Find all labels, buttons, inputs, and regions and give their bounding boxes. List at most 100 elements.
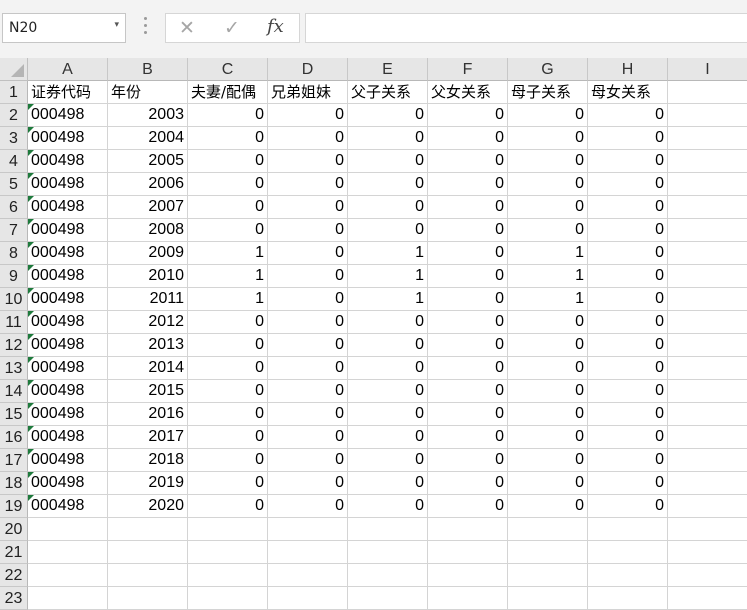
column-header-d[interactable]: D (268, 58, 348, 81)
column-header-h[interactable]: H (588, 58, 668, 81)
cell-a13[interactable]: 000498 (28, 357, 108, 380)
cell-e4[interactable]: 0 (348, 150, 428, 173)
cell-a3[interactable]: 000498 (28, 127, 108, 150)
cell-i1[interactable] (668, 81, 747, 104)
cell-b7[interactable]: 2008 (108, 219, 188, 242)
cell-a21[interactable] (28, 541, 108, 564)
cell-f16[interactable]: 0 (428, 426, 508, 449)
cell-f14[interactable]: 0 (428, 380, 508, 403)
cell-d12[interactable]: 0 (268, 334, 348, 357)
cell-g18[interactable]: 0 (508, 472, 588, 495)
cell-e7[interactable]: 0 (348, 219, 428, 242)
cell-e12[interactable]: 0 (348, 334, 428, 357)
cell-a22[interactable] (28, 564, 108, 587)
cell-d13[interactable]: 0 (268, 357, 348, 380)
cell-h16[interactable]: 0 (588, 426, 668, 449)
cell-d20[interactable] (268, 518, 348, 541)
cell-e9[interactable]: 1 (348, 265, 428, 288)
cell-b19[interactable]: 2020 (108, 495, 188, 518)
cell-d1[interactable]: 兄弟姐妹 (268, 81, 348, 104)
cell-e5[interactable]: 0 (348, 173, 428, 196)
row-header-4[interactable]: 4 (0, 150, 28, 173)
cell-e22[interactable] (348, 564, 428, 587)
cell-i20[interactable] (668, 518, 747, 541)
cell-e6[interactable]: 0 (348, 196, 428, 219)
cell-a15[interactable]: 000498 (28, 403, 108, 426)
cell-i19[interactable] (668, 495, 747, 518)
cell-d19[interactable]: 0 (268, 495, 348, 518)
formula-input[interactable] (305, 13, 747, 43)
insert-function-icon[interactable]: fx (267, 16, 284, 37)
cell-h7[interactable]: 0 (588, 219, 668, 242)
cell-g16[interactable]: 0 (508, 426, 588, 449)
cell-e20[interactable] (348, 518, 428, 541)
cell-d3[interactable]: 0 (268, 127, 348, 150)
cell-g13[interactable]: 0 (508, 357, 588, 380)
cell-d11[interactable]: 0 (268, 311, 348, 334)
cell-f15[interactable]: 0 (428, 403, 508, 426)
column-header-b[interactable]: B (108, 58, 188, 81)
cell-e1[interactable]: 父子关系 (348, 81, 428, 104)
cell-f6[interactable]: 0 (428, 196, 508, 219)
cell-b21[interactable] (108, 541, 188, 564)
cell-g6[interactable]: 0 (508, 196, 588, 219)
cell-c8[interactable]: 1 (188, 242, 268, 265)
cell-b4[interactable]: 2005 (108, 150, 188, 173)
row-header-17[interactable]: 17 (0, 449, 28, 472)
row-header-19[interactable]: 19 (0, 495, 28, 518)
row-header-9[interactable]: 9 (0, 265, 28, 288)
row-header-18[interactable]: 18 (0, 472, 28, 495)
cell-e10[interactable]: 1 (348, 288, 428, 311)
cell-h20[interactable] (588, 518, 668, 541)
cell-d22[interactable] (268, 564, 348, 587)
cell-f1[interactable]: 父女关系 (428, 81, 508, 104)
cell-i15[interactable] (668, 403, 747, 426)
cell-c17[interactable]: 0 (188, 449, 268, 472)
cell-h21[interactable] (588, 541, 668, 564)
cell-c21[interactable] (188, 541, 268, 564)
cell-b22[interactable] (108, 564, 188, 587)
row-header-13[interactable]: 13 (0, 357, 28, 380)
cell-g9[interactable]: 1 (508, 265, 588, 288)
row-header-7[interactable]: 7 (0, 219, 28, 242)
cell-h5[interactable]: 0 (588, 173, 668, 196)
cell-a2[interactable]: 000498 (28, 104, 108, 127)
cell-h8[interactable]: 0 (588, 242, 668, 265)
cell-h4[interactable]: 0 (588, 150, 668, 173)
cell-b1[interactable]: 年份 (108, 81, 188, 104)
cell-d2[interactable]: 0 (268, 104, 348, 127)
cancel-icon[interactable]: ✕ (179, 17, 195, 39)
cell-i11[interactable] (668, 311, 747, 334)
cell-c15[interactable]: 0 (188, 403, 268, 426)
column-header-i[interactable]: I (668, 58, 747, 81)
cell-g3[interactable]: 0 (508, 127, 588, 150)
cell-e18[interactable]: 0 (348, 472, 428, 495)
cell-g7[interactable]: 0 (508, 219, 588, 242)
row-header-12[interactable]: 12 (0, 334, 28, 357)
cell-g19[interactable]: 0 (508, 495, 588, 518)
cell-a20[interactable] (28, 518, 108, 541)
cell-d5[interactable]: 0 (268, 173, 348, 196)
cell-e15[interactable]: 0 (348, 403, 428, 426)
cell-c11[interactable]: 0 (188, 311, 268, 334)
cell-f12[interactable]: 0 (428, 334, 508, 357)
column-header-f[interactable]: F (428, 58, 508, 81)
cell-d4[interactable]: 0 (268, 150, 348, 173)
cell-g20[interactable] (508, 518, 588, 541)
cell-i2[interactable] (668, 104, 747, 127)
cell-f18[interactable]: 0 (428, 472, 508, 495)
cell-b15[interactable]: 2016 (108, 403, 188, 426)
cell-i17[interactable] (668, 449, 747, 472)
cell-c13[interactable]: 0 (188, 357, 268, 380)
cell-h10[interactable]: 0 (588, 288, 668, 311)
cell-f11[interactable]: 0 (428, 311, 508, 334)
cell-a14[interactable]: 000498 (28, 380, 108, 403)
cell-f17[interactable]: 0 (428, 449, 508, 472)
chevron-down-icon[interactable]: ▾ (114, 20, 119, 30)
cell-a17[interactable]: 000498 (28, 449, 108, 472)
cell-g4[interactable]: 0 (508, 150, 588, 173)
cell-e11[interactable]: 0 (348, 311, 428, 334)
cell-g21[interactable] (508, 541, 588, 564)
cell-h9[interactable]: 0 (588, 265, 668, 288)
cell-e17[interactable]: 0 (348, 449, 428, 472)
